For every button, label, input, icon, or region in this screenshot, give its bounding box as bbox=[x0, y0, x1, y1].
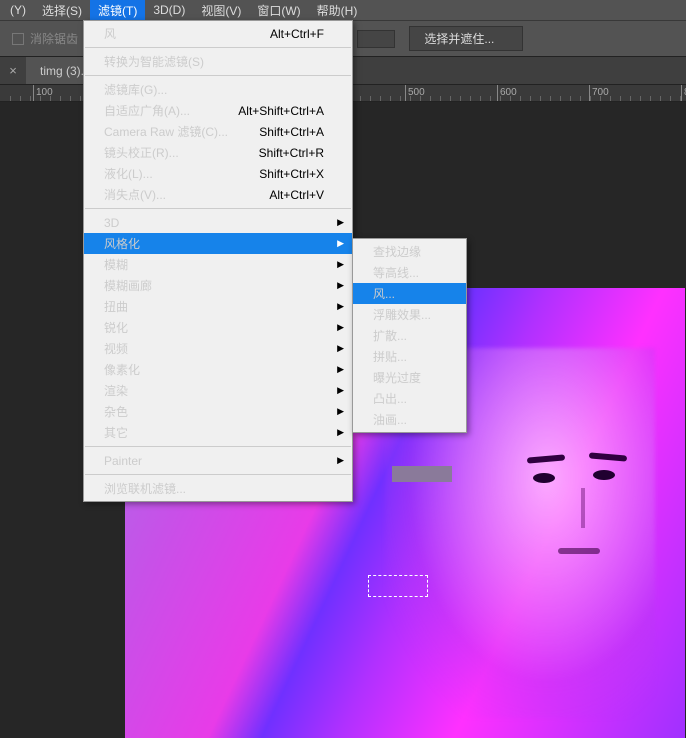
menubar-item[interactable]: 帮助(H) bbox=[309, 0, 366, 21]
menubar-item[interactable]: 滤镜(T) bbox=[90, 0, 145, 21]
menu-item-shortcut: Alt+Ctrl+F bbox=[270, 27, 324, 41]
ruler-tick-label: 700 bbox=[592, 87, 609, 98]
menu-item[interactable]: 3D bbox=[84, 212, 352, 233]
menu-separator bbox=[85, 208, 351, 209]
menu-item-label: 扭曲 bbox=[104, 298, 128, 315]
menu-item-label: Camera Raw 滤镜(C)... bbox=[104, 123, 228, 140]
menu-item[interactable]: 浏览联机滤镜... bbox=[84, 478, 352, 499]
menu-item-label: 风 bbox=[104, 25, 116, 42]
submenu-item-label: 拼贴... bbox=[373, 348, 407, 365]
menu-item-label: 渲染 bbox=[104, 382, 128, 399]
menu-separator bbox=[85, 474, 351, 475]
submenu-item[interactable]: 曝光过度 bbox=[353, 367, 466, 388]
menu-item[interactable]: 转换为智能滤镜(S) bbox=[84, 51, 352, 72]
menu-item-label: Painter bbox=[104, 454, 142, 468]
menu-item[interactable]: 其它 bbox=[84, 422, 352, 443]
antialias-checkbox[interactable] bbox=[12, 33, 24, 45]
menu-item-label: 锐化 bbox=[104, 319, 128, 336]
submenu-item[interactable]: 凸出... bbox=[353, 388, 466, 409]
menu-item-label: 模糊 bbox=[104, 256, 128, 273]
menu-item[interactable]: 滤镜库(G)... bbox=[84, 79, 352, 100]
menu-item[interactable]: 像素化 bbox=[84, 359, 352, 380]
submenu-item[interactable]: 拼贴... bbox=[353, 346, 466, 367]
close-prev-tab-icon[interactable]: × bbox=[0, 57, 26, 84]
menu-item-shortcut: Shift+Ctrl+R bbox=[259, 146, 324, 160]
menu-item-label: 像素化 bbox=[104, 361, 140, 378]
menu-item-shortcut: Alt+Shift+Ctrl+A bbox=[238, 104, 324, 118]
submenu-item-label: 扩散... bbox=[373, 327, 407, 344]
submenu-item-label: 油画... bbox=[373, 411, 407, 428]
menu-item[interactable]: 杂色 bbox=[84, 401, 352, 422]
submenu-item-label: 浮雕效果... bbox=[373, 306, 431, 323]
menubar-item[interactable]: (Y) bbox=[2, 1, 34, 19]
selection-marquee[interactable] bbox=[368, 575, 428, 597]
menu-item-label: 风格化 bbox=[104, 235, 140, 252]
ruler-tick-label: 100 bbox=[36, 87, 53, 98]
ruler-tick-label: 500 bbox=[408, 87, 425, 98]
submenu-item-label: 风... bbox=[373, 285, 395, 302]
select-and-mask-button[interactable]: 选择并遮住... bbox=[409, 26, 523, 51]
submenu-item-label: 曝光过度 bbox=[373, 369, 421, 386]
menu-item-shortcut: Shift+Ctrl+A bbox=[259, 125, 324, 139]
menu-item-label: 视频 bbox=[104, 340, 128, 357]
menu-item-label: 消失点(V)... bbox=[104, 186, 166, 203]
submenu-item[interactable]: 扩散... bbox=[353, 325, 466, 346]
antialias-label: 消除锯齿 bbox=[30, 30, 78, 47]
document-tab-label: timg (3). bbox=[40, 64, 84, 78]
menu-item-label: 杂色 bbox=[104, 403, 128, 420]
menu-item-label: 镜头校正(R)... bbox=[104, 144, 179, 161]
submenu-item-label: 等高线... bbox=[373, 264, 419, 281]
menu-item[interactable]: 自适应广角(A)... Alt+Shift+Ctrl+A bbox=[84, 100, 352, 121]
submenu-item[interactable]: 风... bbox=[353, 283, 466, 304]
menu-item[interactable]: 液化(L)... Shift+Ctrl+X bbox=[84, 163, 352, 184]
menu-item-label: 自适应广角(A)... bbox=[104, 102, 190, 119]
menu-item[interactable]: 模糊 bbox=[84, 254, 352, 275]
ruler-tick-label: 600 bbox=[500, 87, 517, 98]
menu-item[interactable]: 镜头校正(R)... Shift+Ctrl+R bbox=[84, 142, 352, 163]
menu-item-label: 浏览联机滤镜... bbox=[104, 480, 186, 497]
menu-item[interactable]: 扭曲 bbox=[84, 296, 352, 317]
menubar-item[interactable]: 窗口(W) bbox=[249, 0, 308, 21]
menu-item[interactable]: Painter bbox=[84, 450, 352, 471]
menu-item-label: 3D bbox=[104, 216, 119, 230]
menubar-item[interactable]: 视图(V) bbox=[193, 0, 249, 21]
filter-menu: 风 Alt+Ctrl+F 转换为智能滤镜(S) 滤镜库(G)... 自适应广角(A)..… bbox=[83, 20, 353, 502]
submenu-item[interactable]: 浮雕效果... bbox=[353, 304, 466, 325]
menu-item[interactable]: 视频 bbox=[84, 338, 352, 359]
menu-item[interactable]: 渲染 bbox=[84, 380, 352, 401]
menu-item-shortcut: Alt+Ctrl+V bbox=[269, 188, 324, 202]
menu-separator bbox=[85, 75, 351, 76]
menu-item[interactable]: 风格化 bbox=[84, 233, 352, 254]
menubar-item[interactable]: 3D(D) bbox=[145, 1, 193, 19]
menu-item-label: 转换为智能滤镜(S) bbox=[104, 53, 204, 70]
gray-patch bbox=[392, 466, 452, 482]
menu-separator bbox=[85, 47, 351, 48]
menu-item[interactable]: 消失点(V)... Alt+Ctrl+V bbox=[84, 184, 352, 205]
menu-item[interactable]: 锐化 bbox=[84, 317, 352, 338]
menu-item[interactable]: Camera Raw 滤镜(C)... Shift+Ctrl+A bbox=[84, 121, 352, 142]
menu-item-label: 模糊画廊 bbox=[104, 277, 152, 294]
submenu-item[interactable]: 等高线... bbox=[353, 262, 466, 283]
menu-item[interactable]: 风 Alt+Ctrl+F bbox=[84, 23, 352, 44]
menubar-item[interactable]: 选择(S) bbox=[34, 0, 90, 21]
menu-separator bbox=[85, 446, 351, 447]
submenu-item[interactable]: 油画... bbox=[353, 409, 466, 430]
menu-item[interactable]: 模糊画廊 bbox=[84, 275, 352, 296]
menu-item-label: 滤镜库(G)... bbox=[104, 81, 167, 98]
submenu-item-label: 凸出... bbox=[373, 390, 407, 407]
menubar: (Y)选择(S)滤镜(T)3D(D)视图(V)窗口(W)帮助(H) bbox=[0, 0, 686, 20]
submenu-item[interactable]: 查找边缘 bbox=[353, 241, 466, 262]
submenu-item-label: 查找边缘 bbox=[373, 243, 421, 260]
menu-item-label: 其它 bbox=[104, 424, 128, 441]
menu-item-shortcut: Shift+Ctrl+X bbox=[259, 167, 324, 181]
degree-input[interactable] bbox=[357, 30, 395, 48]
menu-item-label: 液化(L)... bbox=[104, 165, 153, 182]
stylize-submenu: 查找边缘等高线... 风... 浮雕效果... 扩散... 拼贴... 曝光过度凸出...… bbox=[352, 238, 467, 433]
